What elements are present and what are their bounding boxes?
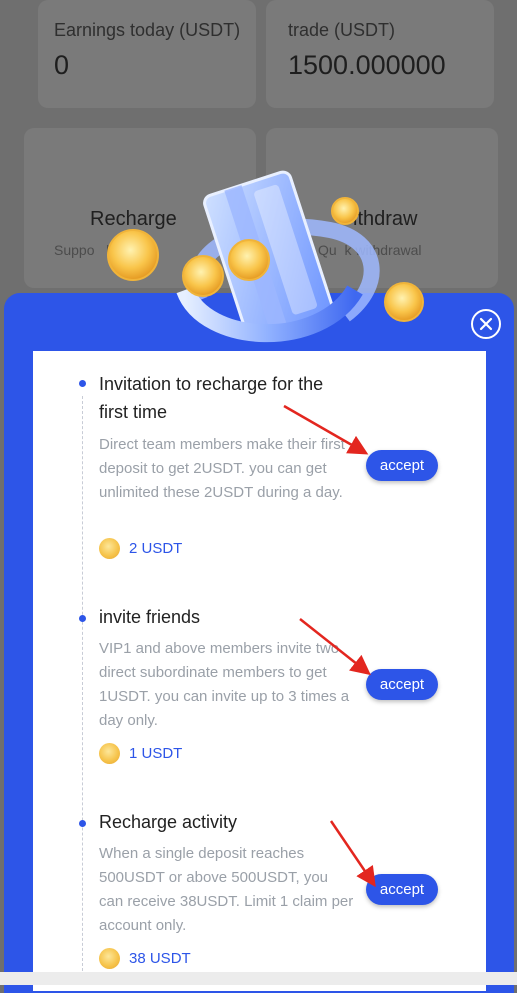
timeline-dot <box>79 820 86 827</box>
task-description: When a single deposit reaches 500USDT or… <box>99 845 354 934</box>
close-icon <box>479 317 493 331</box>
card-coins-illustration <box>107 170 424 343</box>
accept-button[interactable]: accept <box>366 450 438 481</box>
bottom-bar <box>0 972 517 985</box>
coin-icon <box>99 948 120 969</box>
task-title: invite friends <box>99 607 201 627</box>
accept-button[interactable]: accept <box>366 874 438 905</box>
accept-button[interactable]: accept <box>366 669 438 700</box>
reward-amount: 1 USDT <box>129 745 183 762</box>
timeline-dot <box>79 380 86 387</box>
task-reward: 1 USDT <box>99 743 182 764</box>
task-description: Direct team members make their first dep… <box>99 436 345 501</box>
task-reward: 38 USDT <box>99 948 191 969</box>
task-description: VIP1 and above members invite two direct… <box>99 640 350 729</box>
reward-amount: 38 USDT <box>129 950 191 967</box>
timeline-line <box>82 396 83 976</box>
timeline-dot <box>79 615 86 622</box>
task-title: Invitation to recharge for the first tim… <box>99 374 324 422</box>
close-button[interactable] <box>471 309 501 339</box>
coin-icon <box>99 743 120 764</box>
reward-amount: 2 USDT <box>129 540 183 557</box>
task-reward: 2 USDT <box>99 538 182 559</box>
coin-icon <box>99 538 120 559</box>
task-title: Recharge activity <box>99 812 238 832</box>
